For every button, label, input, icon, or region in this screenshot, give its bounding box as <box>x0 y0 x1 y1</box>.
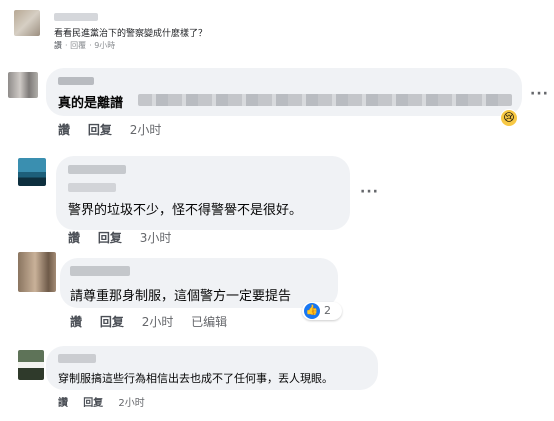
post-text: 看看民進黨治下的警察變成什麼樣了？ <box>54 29 208 39</box>
comment-4-like-button[interactable]: 讚 <box>58 398 68 409</box>
comment-2-reply-button[interactable]: 回复 <box>98 231 122 245</box>
comment-2-like-button[interactable]: 讚 <box>68 231 80 245</box>
comment-3-text: 請尊重那身制服，這個警方一定要提告 <box>70 289 292 304</box>
comment-2-author-redacted[interactable] <box>68 165 126 174</box>
comment-3-edited-label: 已编辑 <box>191 315 228 329</box>
comment-1-actions: 讚 回复 2小时 <box>58 121 175 138</box>
post-author-name-redacted <box>54 13 98 21</box>
post-time: 9小時 <box>94 41 116 50</box>
comment-3-like-button[interactable]: 讚 <box>70 315 82 329</box>
comment-1-more-options[interactable]: ··· <box>530 86 549 102</box>
comment-1-avatar[interactable] <box>8 72 38 98</box>
thumbs-up-icon: 👍 <box>304 303 320 319</box>
comment-2-text: 警界的垃圾不少，怪不得警譽不是很好。 <box>68 203 303 218</box>
comment-4-actions: 讚 回复 2小时 <box>58 394 159 409</box>
post-reply-button[interactable]: 回覆 <box>70 41 86 50</box>
comment-4-time: 2小时 <box>118 398 145 409</box>
sad-emoji-icon[interactable]: 😢 <box>500 109 518 127</box>
comment-1-time: 2小时 <box>129 123 162 137</box>
comment-1-like-button[interactable]: 讚 <box>58 123 70 137</box>
comment-4-text: 穿制服搞這些行為相信出去也成不了任何事，丟人現眼。 <box>58 372 333 385</box>
comment-2-time: 3小时 <box>139 231 172 245</box>
comment-1-redacted-text <box>138 94 512 106</box>
comment-1-text: 真的是離譜 <box>58 96 124 111</box>
comment-2-actions: 讚 回复 3小时 <box>68 229 185 246</box>
comment-3-avatar[interactable] <box>18 252 56 292</box>
comment-3-time: 2小时 <box>141 315 174 329</box>
comment-4-reply-button[interactable]: 回复 <box>83 398 103 409</box>
comment-4-author-redacted[interactable] <box>58 354 96 363</box>
comment-3-author-redacted[interactable] <box>70 266 130 276</box>
post-author-avatar[interactable] <box>14 10 40 36</box>
post-actions: 讚 · 回覆 · 9小時 <box>54 41 116 50</box>
comment-3-reaction-badge[interactable]: 👍 2 <box>302 302 342 320</box>
comment-4-avatar[interactable] <box>18 350 44 380</box>
comment-2-more-options[interactable]: ··· <box>360 184 379 200</box>
comment-2-subline-redacted <box>68 183 116 192</box>
comment-1-reply-button[interactable]: 回复 <box>88 123 112 137</box>
comment-3-reaction-count: 2 <box>324 304 331 317</box>
comment-2-avatar[interactable] <box>18 158 46 186</box>
post-like-button[interactable]: 讚 <box>54 41 62 50</box>
comment-1-author-redacted[interactable] <box>58 77 94 85</box>
comment-3-actions: 讚 回复 2小时 已编辑 <box>70 313 241 330</box>
comment-3-reply-button[interactable]: 回复 <box>100 315 124 329</box>
